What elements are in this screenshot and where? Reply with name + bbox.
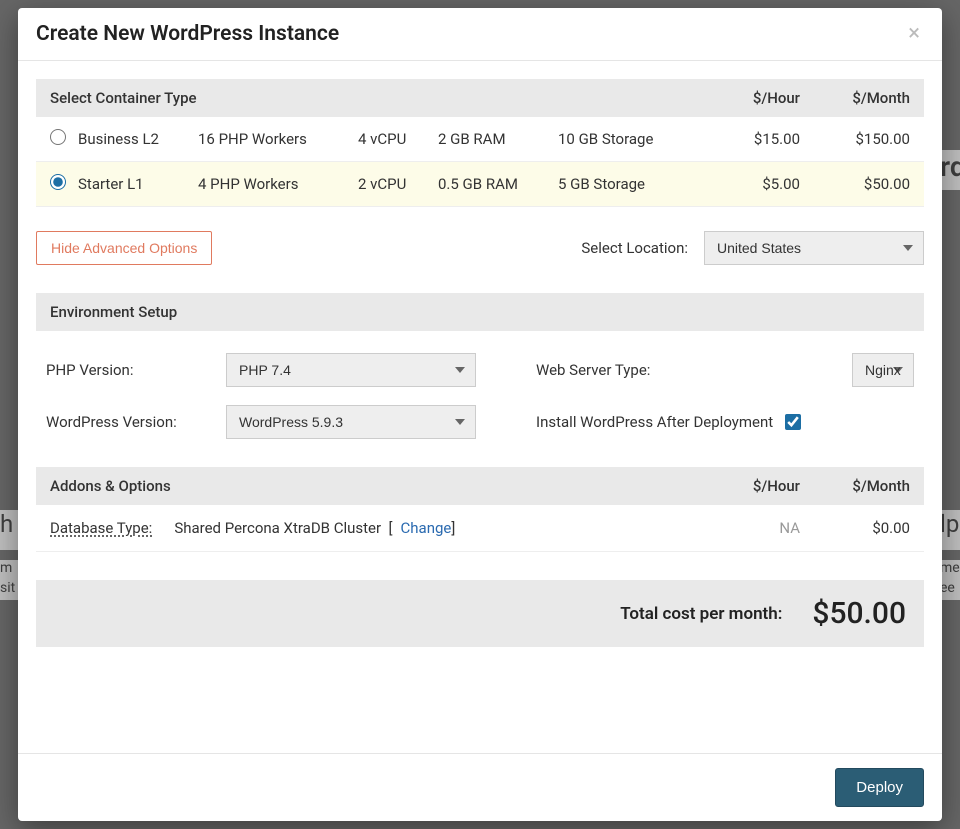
- location-label: Select Location:: [581, 239, 688, 257]
- tier-workers: 4 PHP Workers: [198, 175, 358, 193]
- tier-name: Starter L1: [78, 175, 198, 193]
- modal-body: Select Container Type $/Hour $/Month Bus…: [18, 61, 942, 753]
- addons-col-hour: $/Hour: [690, 477, 800, 495]
- database-type-value: Shared Percona XtraDB Cluster: [174, 519, 381, 537]
- environment-header: Environment Setup: [36, 293, 924, 331]
- database-change-link[interactable]: Change: [401, 519, 452, 537]
- container-row[interactable]: Business L2 16 PHP Workers 4 vCPU 2 GB R…: [36, 117, 924, 162]
- col-month-header: $/Month: [800, 89, 910, 107]
- tier-name: Business L2: [78, 130, 198, 148]
- tier-ram: 0.5 GB RAM: [438, 175, 558, 193]
- modal-title: Create New WordPress Instance: [36, 22, 339, 46]
- php-version-label: PHP Version:: [46, 361, 216, 379]
- addons-header-label: Addons & Options: [50, 477, 171, 495]
- tier-price-hour: $5.00: [690, 175, 800, 193]
- install-wp-label: Install WordPress After Deployment: [536, 413, 773, 431]
- modal-header: Create New WordPress Instance ×: [18, 8, 942, 61]
- php-version-select[interactable]: PHP 7.4: [226, 353, 476, 387]
- total-cost-amount: $50.00: [812, 596, 906, 631]
- total-cost-bar: Total cost per month: $50.00: [36, 580, 924, 647]
- tier-radio[interactable]: [50, 129, 66, 145]
- container-row[interactable]: Starter L1 4 PHP Workers 2 vCPU 0.5 GB R…: [36, 162, 924, 207]
- addons-header: Addons & Options $/Hour $/Month: [36, 467, 924, 505]
- tier-workers: 16 PHP Workers: [198, 130, 358, 148]
- create-instance-modal: Create New WordPress Instance × Select C…: [18, 8, 942, 821]
- tier-radio[interactable]: [50, 174, 66, 190]
- tier-storage: 5 GB Storage: [558, 175, 690, 193]
- tier-price-month: $150.00: [800, 130, 910, 148]
- database-price-month: $0.00: [800, 519, 910, 537]
- database-price-hour: NA: [690, 519, 800, 537]
- location-select[interactable]: United States: [704, 231, 924, 265]
- deploy-button[interactable]: Deploy: [835, 768, 924, 807]
- tier-price-hour: $15.00: [690, 130, 800, 148]
- wordpress-version-label: WordPress Version:: [46, 413, 216, 431]
- environment-grid: PHP Version: PHP 7.4 Web Server Type: Ng…: [36, 331, 924, 467]
- web-server-select[interactable]: Nginx: [852, 353, 914, 387]
- environment-header-label: Environment Setup: [50, 303, 177, 321]
- col-hour-header: $/Hour: [690, 89, 800, 107]
- total-cost-label: Total cost per month:: [620, 604, 782, 624]
- toggle-advanced-button[interactable]: Hide Advanced Options: [36, 231, 212, 265]
- modal-footer: Deploy: [18, 753, 942, 821]
- tier-storage: 10 GB Storage: [558, 130, 690, 148]
- tier-cpu: 2 vCPU: [358, 175, 438, 193]
- container-type-label: Select Container Type: [50, 89, 197, 107]
- close-icon[interactable]: ×: [904, 23, 924, 45]
- addon-row-database: Database Type: Shared Percona XtraDB Clu…: [36, 505, 924, 552]
- wordpress-version-select[interactable]: WordPress 5.9.3: [226, 405, 476, 439]
- database-type-label: Database Type:: [50, 519, 152, 537]
- addons-col-month: $/Month: [800, 477, 910, 495]
- tier-cpu: 4 vCPU: [358, 130, 438, 148]
- container-type-header: Select Container Type $/Hour $/Month: [36, 79, 924, 117]
- install-wp-checkbox[interactable]: [785, 414, 801, 430]
- tier-ram: 2 GB RAM: [438, 130, 558, 148]
- advanced-options-row: Hide Advanced Options Select Location: U…: [36, 231, 924, 265]
- web-server-label: Web Server Type:: [536, 361, 842, 379]
- tier-price-month: $50.00: [800, 175, 910, 193]
